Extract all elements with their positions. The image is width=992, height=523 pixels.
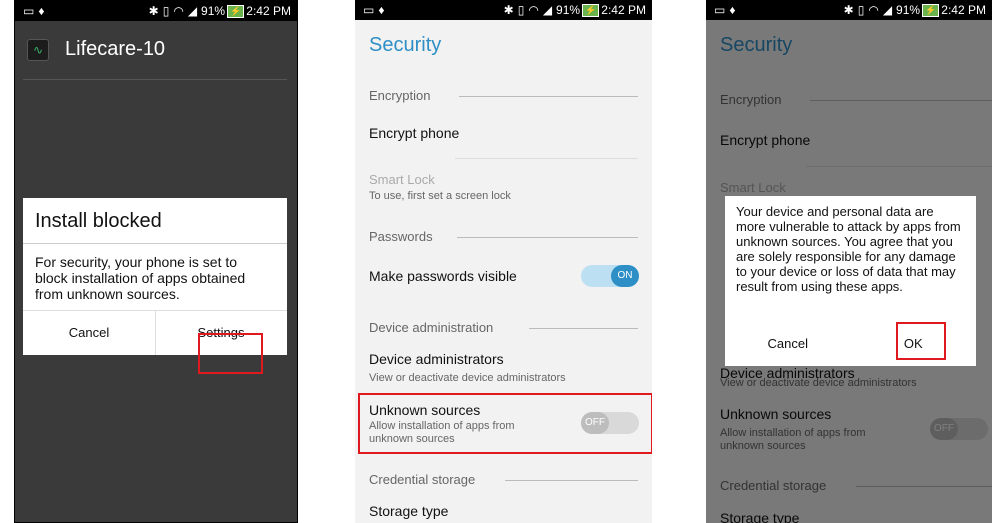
phone-unknown-sources-warning: ▭♦ ✱▯◠◢91%⚡2:42 PM Security Encryption E…: [706, 0, 992, 523]
section-passwords: Passwords: [369, 229, 638, 244]
dialog-title: Install blocked: [35, 210, 162, 232]
phone-install-blocked: ▭ ♦ ✱ ▯ ◠ ◢ 91% ⚡ 2:42 PM ∿ Lifecare-10 Install…: [14, 0, 298, 523]
dialog-divider: [23, 243, 287, 244]
vibrate-icon: ▯: [857, 3, 865, 17]
phone-security-settings: ▭ ♦ ✱ ▯ ◠ ◢ 91% ⚡ 2:42 PM Security Encryption E…: [355, 0, 652, 523]
section-label: Encryption: [369, 88, 431, 103]
dialog-message: For security, your phone is set to block…: [35, 254, 246, 302]
status-left-icons: ▭ ♦: [23, 1, 48, 21]
location-icon: ♦: [729, 3, 736, 17]
gallery-icon: ▭: [363, 3, 375, 17]
settings-highlight: [198, 333, 263, 374]
section-line: [457, 237, 638, 238]
divider: [23, 79, 287, 80]
smart-lock-sub: To use, first set a screen lock: [369, 190, 511, 202]
wifi-icon: ◠: [868, 3, 879, 17]
section-line: [529, 328, 638, 329]
section-line: [505, 480, 638, 481]
cancel-button[interactable]: Cancel: [23, 311, 156, 355]
dialog-message: Your device and personal data are more v…: [736, 204, 961, 294]
status-time: 2:42 PM: [601, 3, 646, 17]
divider: [455, 158, 638, 159]
app-screen: ∿ Lifecare-10 Install blocked For securi…: [15, 21, 297, 522]
ok-highlight: [896, 322, 946, 360]
vibrate-icon: ▯: [517, 3, 525, 17]
settings-list: Security Encryption Encrypt phone Smart …: [355, 20, 652, 523]
battery-level: 91%: [201, 4, 226, 18]
cancel-button[interactable]: Cancel: [725, 322, 851, 366]
location-icon: ♦: [38, 4, 45, 18]
bluetooth-icon: ✱: [148, 4, 159, 18]
status-bar: ▭ ♦ ✱ ▯ ◠ ◢ 91% ⚡ 2:42 PM: [355, 0, 652, 20]
status-right: ✱ ▯ ◠ ◢ 91% ⚡ 2:42 PM: [149, 1, 291, 21]
battery-charging-icon: ⚡: [582, 4, 600, 18]
wifi-icon: ◠: [528, 3, 539, 17]
toggle-knob: ON: [611, 265, 639, 287]
status-bar: ▭ ♦ ✱ ▯ ◠ ◢ 91% ⚡ 2:42 PM: [706, 0, 992, 20]
status-right: ✱ ▯ ◠ ◢ 91% ⚡ 2:42 PM: [504, 0, 646, 20]
page-title: Security: [369, 34, 442, 56]
battery-level: 91%: [896, 3, 921, 17]
section-credential-storage: Credential storage: [369, 472, 638, 487]
signal-icon: ◢: [882, 3, 893, 17]
encrypt-phone-item[interactable]: Encrypt phone: [369, 125, 459, 141]
status-left-icons: ▭ ♦: [363, 0, 388, 20]
section-encryption: Encryption: [369, 88, 638, 103]
make-passwords-visible-item[interactable]: Make passwords visible: [369, 268, 517, 284]
section-label: Passwords: [369, 229, 433, 244]
install-blocked-dialog: Install blocked For security, your phone…: [23, 198, 287, 374]
battery-charging-icon: ⚡: [227, 5, 245, 19]
vibrate-icon: ▯: [162, 4, 170, 18]
section-label: Device administration: [369, 320, 494, 335]
status-time: 2:42 PM: [941, 3, 986, 17]
unknown-sources-warning-dialog: Your device and personal data are more v…: [725, 196, 976, 366]
bluetooth-icon: ✱: [843, 3, 854, 17]
section-device-admin: Device administration: [369, 320, 638, 335]
unknown-sources-highlight: [358, 393, 652, 454]
app-bar: ∿ Lifecare-10: [15, 21, 297, 79]
battery-charging-icon: ⚡: [922, 4, 940, 18]
status-right: ✱ ▯ ◠ ◢ 91% ⚡ 2:42 PM: [844, 0, 986, 20]
wifi-icon: ◠: [173, 4, 184, 18]
section-line: [459, 96, 638, 97]
app-title: Lifecare-10: [65, 38, 166, 60]
section-label: Credential storage: [369, 472, 476, 487]
status-time: 2:42 PM: [246, 4, 291, 18]
bluetooth-icon: ✱: [503, 3, 514, 17]
signal-icon: ◢: [542, 3, 553, 17]
status-bar: ▭ ♦ ✱ ▯ ◠ ◢ 91% ⚡ 2:42 PM: [15, 1, 297, 21]
device-administrators-item[interactable]: Device administrators: [369, 351, 504, 367]
signal-icon: ◢: [187, 4, 198, 18]
device-administrators-sub: View or deactivate device administrators: [369, 372, 566, 384]
location-icon: ♦: [378, 3, 385, 17]
gallery-icon: ▭: [714, 3, 726, 17]
storage-type-item[interactable]: Storage type: [369, 503, 448, 519]
gallery-icon: ▭: [23, 4, 35, 18]
passwords-visible-toggle[interactable]: ON: [581, 265, 639, 287]
status-left-icons: ▭ ♦: [714, 0, 739, 20]
smart-lock-item: Smart Lock: [369, 172, 435, 187]
battery-level: 91%: [556, 3, 581, 17]
heartbeat-icon: ∿: [27, 39, 49, 61]
